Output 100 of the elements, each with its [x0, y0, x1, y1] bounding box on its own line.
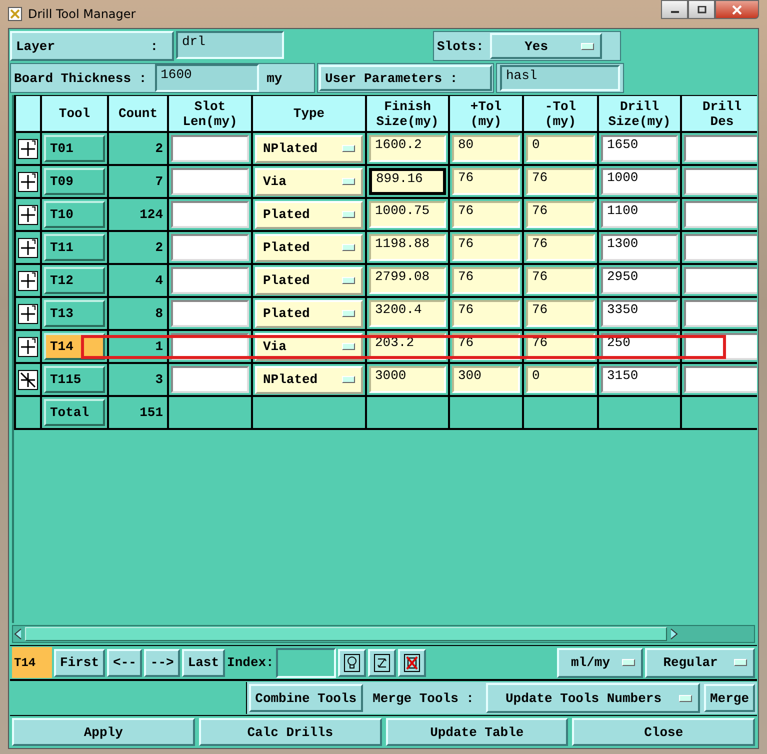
merge-option-dropdown[interactable]: Update Tools Numbers	[486, 683, 700, 713]
right-arrow-icon[interactable]	[669, 628, 679, 640]
drill-designation-field[interactable]	[684, 201, 757, 228]
count-cell: 4	[155, 273, 163, 288]
slot-length-field[interactable]	[171, 234, 249, 261]
crosshair-icon[interactable]	[18, 138, 38, 158]
drill-designation-field[interactable]	[684, 300, 757, 327]
finish-size-field[interactable]: 1198.88	[369, 234, 446, 261]
index-label: Index:	[227, 655, 274, 670]
action-button[interactable]: Update Table	[386, 718, 568, 746]
board-thickness-field[interactable]: 1600	[154, 64, 259, 92]
finish-size-field[interactable]: 3200.4	[369, 300, 446, 327]
total-button[interactable]: Total	[44, 399, 105, 426]
action-button[interactable]: Close	[572, 718, 755, 746]
tool-button[interactable]: T11	[44, 234, 105, 261]
type-dropdown[interactable]: Plated	[255, 234, 363, 262]
drill-designation-field[interactable]	[684, 267, 757, 294]
slot-length-field[interactable]	[171, 267, 249, 294]
tool-button[interactable]: T115	[44, 366, 105, 393]
plus-tolerance-field[interactable]: 300	[452, 366, 520, 393]
merge-button[interactable]: Merge	[704, 684, 755, 712]
navigation-button[interactable]: First	[54, 648, 106, 676]
navigation-button[interactable]: <--	[107, 648, 142, 676]
drill-designation-field[interactable]	[684, 135, 757, 162]
user-parameters-field[interactable]: hasl	[500, 65, 620, 91]
drill-size-field[interactable]: 3350	[601, 300, 678, 327]
type-dropdown[interactable]: Plated	[255, 200, 363, 228]
close-button[interactable]	[715, 0, 759, 19]
finish-size-field[interactable]: 899.16	[369, 168, 446, 195]
navigation-button[interactable]: -->	[144, 648, 180, 676]
refresh-icon[interactable]	[368, 648, 396, 676]
tool-button[interactable]: T01	[44, 135, 105, 162]
slot-length-field[interactable]	[171, 168, 249, 195]
plus-tolerance-field[interactable]: 76	[452, 300, 520, 327]
layer-field[interactable]: drl	[176, 31, 284, 59]
drill-size-field[interactable]: 1650	[601, 135, 678, 162]
plus-tolerance-field[interactable]: 76	[452, 267, 520, 294]
action-button[interactable]: Calc Drills	[198, 718, 382, 746]
crosshair-icon[interactable]	[18, 304, 38, 324]
finish-size-field[interactable]: 2799.08	[369, 267, 446, 294]
tool-button[interactable]: T09	[44, 168, 105, 195]
crosshair-icon[interactable]	[18, 238, 38, 258]
count-cell: 1	[155, 339, 163, 354]
plus-tolerance-field[interactable]: 76	[452, 234, 520, 261]
drill-size-field[interactable]: 2950	[601, 267, 678, 294]
navigation-button[interactable]: Last	[182, 648, 226, 676]
minus-tolerance-field[interactable]: 76	[526, 168, 595, 195]
slot-icon[interactable]	[18, 370, 38, 390]
slot-length-field[interactable]	[171, 366, 249, 393]
maximize-button[interactable]	[688, 0, 715, 19]
minus-tolerance-field[interactable]: 76	[526, 300, 595, 327]
drill-size-field[interactable]: 1100	[601, 201, 678, 228]
slots-dropdown[interactable]: Yes	[490, 33, 602, 59]
drill-size-field[interactable]: 1000	[601, 168, 678, 195]
column-header: Tool	[42, 96, 109, 133]
scrollbar-thumb[interactable]	[25, 627, 667, 641]
type-dropdown[interactable]: Via	[255, 168, 363, 196]
minus-tolerance-field[interactable]: 76	[526, 267, 595, 294]
action-button[interactable]: Apply	[12, 718, 195, 746]
plus-tolerance-field[interactable]: 76	[452, 168, 520, 195]
minus-tolerance-field[interactable]: 76	[526, 201, 595, 228]
mode-dropdown[interactable]: Regular	[645, 648, 755, 678]
tool-button[interactable]: T10	[44, 201, 105, 228]
minus-tolerance-field[interactable]: 76	[526, 234, 595, 261]
type-dropdown[interactable]: Plated	[255, 300, 363, 328]
index-field[interactable]	[276, 648, 336, 678]
tool-button[interactable]: T13	[44, 300, 105, 327]
minimize-button[interactable]	[661, 0, 688, 19]
bulb-icon[interactable]	[338, 648, 366, 676]
total-count: 151	[140, 405, 163, 420]
column-header: Finish Size(my)	[367, 96, 450, 133]
drill-size-field[interactable]: 1300	[601, 234, 678, 261]
type-dropdown[interactable]: Plated	[255, 266, 363, 294]
drill-designation-field[interactable]	[684, 366, 757, 393]
drill-designation-field[interactable]	[684, 234, 757, 261]
plus-tolerance-field[interactable]: 80	[452, 135, 520, 162]
minus-tolerance-field[interactable]: 0	[526, 135, 595, 162]
crosshair-icon[interactable]	[18, 172, 38, 192]
drill-size-field[interactable]: 3150	[601, 366, 678, 393]
tool-button[interactable]: T12	[44, 267, 105, 294]
plus-tolerance-field[interactable]: 76	[452, 201, 520, 228]
horizontal-scrollbar[interactable]	[12, 625, 755, 643]
app-icon	[8, 7, 22, 21]
slot-length-field[interactable]	[171, 201, 249, 228]
combine-tools-button[interactable]: Combine Tools	[249, 684, 363, 712]
crosshair-icon[interactable]	[18, 204, 38, 224]
units-dropdown[interactable]: ml/my	[557, 648, 643, 678]
minus-tolerance-field[interactable]: 0	[526, 366, 595, 393]
type-dropdown[interactable]: NPlated	[255, 134, 363, 162]
drill-designation-field[interactable]	[684, 168, 757, 195]
crosshair-icon[interactable]	[18, 336, 38, 356]
finish-size-field[interactable]: 1000.75	[369, 201, 446, 228]
left-arrow-icon[interactable]	[13, 628, 23, 640]
slot-length-field[interactable]	[171, 300, 249, 327]
slot-length-field[interactable]	[171, 135, 249, 162]
finish-size-field[interactable]: 3000	[369, 366, 446, 393]
delete-icon[interactable]	[398, 648, 426, 676]
crosshair-icon[interactable]	[18, 270, 38, 290]
finish-size-field[interactable]: 1600.2	[369, 135, 446, 162]
type-dropdown[interactable]: NPlated	[255, 366, 363, 394]
